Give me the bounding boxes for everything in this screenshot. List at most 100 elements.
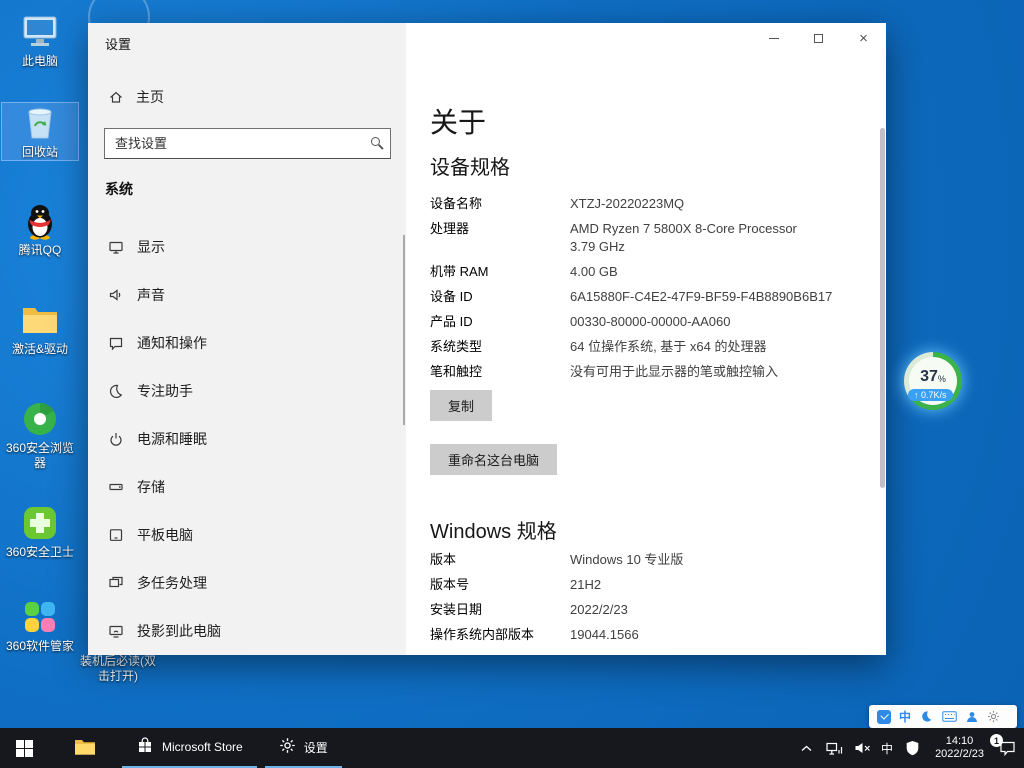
desktop-icon-label: 回收站	[2, 145, 78, 160]
system-tray: 中 14:10 2022/2/23 1	[797, 728, 1024, 768]
processor-line-1: AMD Ryzen 7 5800X 8-Core Processor	[570, 220, 797, 238]
defender-shield-icon[interactable]	[903, 739, 921, 757]
close-button[interactable]: ×	[841, 23, 886, 54]
microsoft-store-button[interactable]: Microsoft Store	[122, 728, 257, 768]
sidebar-item-label: 投影到此电脑	[137, 621, 221, 641]
maximize-icon	[814, 34, 823, 43]
settings-search	[104, 128, 391, 159]
content-scrollbar[interactable]	[880, 128, 885, 488]
volume-muted-icon[interactable]	[853, 739, 871, 757]
file-explorer-button[interactable]	[62, 728, 108, 768]
minimize-button[interactable]	[751, 23, 796, 54]
focus-assist-icon	[107, 383, 124, 400]
settings-sidebar: 设置 主页 系统 显示 声音	[88, 23, 406, 655]
sidebar-item-power-sleep[interactable]: 电源和睡眠	[88, 415, 406, 463]
ime-settings-gear-icon[interactable]	[986, 708, 1000, 726]
spec-value: 2022/2/23	[570, 601, 628, 619]
desktop-icon-this-pc[interactable]: 此电脑	[2, 12, 78, 69]
sidebar-item-label: 存储	[137, 477, 165, 497]
notifications-icon	[107, 335, 124, 352]
spec-row: 设备 ID 6A15880F-C4E2-47F9-BF59-F4B8890B6B…	[430, 288, 862, 306]
rename-pc-button[interactable]: 重命名这台电脑	[430, 444, 557, 475]
settings-gear-icon	[279, 737, 296, 757]
sidebar-item-display[interactable]: 显示	[88, 223, 406, 271]
spec-row: 版本 Windows 10 专业版	[430, 551, 862, 569]
spec-label: 设备 ID	[430, 288, 570, 306]
input-method-indicator[interactable]: 中	[881, 740, 893, 757]
360-safeguard-icon	[18, 503, 62, 543]
memory-percent: 37	[920, 368, 938, 386]
search-icon[interactable]	[371, 137, 380, 146]
qq-penguin-icon	[18, 201, 62, 241]
ime-mode-indicator[interactable]: 中	[899, 711, 911, 723]
ime-logo-icon[interactable]	[877, 710, 891, 724]
processor-line-2: 3.79 GHz	[570, 238, 797, 256]
projecting-icon	[107, 623, 124, 640]
spec-row: 笔和触控 没有可用于此显示器的笔或触控输入	[430, 363, 862, 381]
desktop-icon-activation-folder[interactable]: 激活&驱动	[2, 300, 78, 357]
tray-time: 14:10	[935, 735, 984, 748]
tablet-icon	[107, 527, 124, 544]
spec-label: 版本号	[430, 576, 570, 594]
start-button[interactable]	[0, 728, 48, 768]
spec-value: AMD Ryzen 7 5800X 8-Core Processor 3.79 …	[570, 220, 797, 256]
action-center-button[interactable]: 1	[998, 739, 1016, 757]
home-icon	[107, 89, 124, 106]
sidebar-item-focus-assist[interactable]: 专注助手	[88, 367, 406, 415]
memory-usage: 37%	[904, 352, 962, 410]
desktop-icon-360-software-manager[interactable]: 360软件管家	[2, 597, 78, 654]
spec-label: 产品 ID	[430, 313, 570, 331]
sidebar-item-label: 多任务处理	[137, 573, 207, 593]
spec-value: 00330-80000-00000-AA060	[570, 313, 730, 331]
desktop-icon-label: 360安全卫士	[2, 545, 78, 560]
taskbar-clock[interactable]: 14:10 2022/2/23	[931, 735, 988, 761]
user-icon[interactable]	[965, 708, 978, 726]
network-icon[interactable]	[825, 739, 843, 757]
show-hidden-icons-chevron[interactable]	[797, 739, 815, 757]
spec-value: 21H2	[570, 576, 601, 594]
spec-row: 处理器 AMD Ryzen 7 5800X 8-Core Processor 3…	[430, 220, 862, 256]
spec-label: 设备名称	[430, 195, 570, 213]
sidebar-item-notifications[interactable]: 通知和操作	[88, 319, 406, 367]
sidebar-item-multitasking[interactable]: 多任务处理	[88, 559, 406, 607]
night-mode-icon[interactable]	[919, 708, 933, 726]
desktop-icon-360-browser[interactable]: 360安全浏览器	[2, 399, 78, 471]
folder-icon	[18, 300, 62, 340]
ime-toolbar: 中	[869, 705, 1017, 728]
desktop-icon-360-safeguard[interactable]: 360安全卫士	[2, 503, 78, 560]
windows-spec-rows: 版本 Windows 10 专业版 版本号 21H2 安装日期 2022/2/2…	[430, 551, 862, 651]
maximize-button[interactable]	[796, 23, 841, 54]
360-browser-icon	[18, 399, 62, 439]
tray-date: 2022/2/23	[935, 748, 984, 761]
sidebar-item-home[interactable]: 主页	[88, 81, 406, 113]
spec-value: Windows 10 专业版	[570, 551, 683, 569]
notification-count-badge: 1	[990, 734, 1003, 747]
spec-label: 版本	[430, 551, 570, 569]
sidebar-item-projecting[interactable]: 投影到此电脑	[88, 607, 406, 655]
window-controls: ×	[751, 23, 886, 54]
spec-value: 4.00 GB	[570, 263, 618, 281]
spec-row: 安装日期 2022/2/23	[430, 601, 862, 619]
keyboard-icon[interactable]	[941, 708, 957, 726]
window-title: 设置	[105, 34, 131, 53]
spec-value: 6A15880F-C4E2-47F9-BF59-F4B8890B6B17	[570, 288, 832, 306]
multitasking-icon	[107, 575, 124, 592]
close-icon: ×	[859, 30, 868, 47]
sidebar-item-label: 显示	[137, 237, 165, 257]
sidebar-scrollbar[interactable]	[403, 235, 405, 425]
spec-label: 处理器	[430, 220, 570, 256]
windows-spec-heading: Windows 规格	[430, 515, 557, 544]
settings-taskbar-button[interactable]: 设置	[265, 728, 342, 768]
copy-button[interactable]: 复制	[430, 390, 492, 421]
sidebar-item-sound[interactable]: 声音	[88, 271, 406, 319]
percent-unit: %	[938, 374, 946, 384]
sidebar-item-storage[interactable]: 存储	[88, 463, 406, 511]
spec-row: 操作系统内部版本 19044.1566	[430, 626, 862, 644]
desktop-icon-recycle-bin[interactable]: 回收站	[2, 103, 78, 160]
desktop: 此电脑 回收站 腾讯QQ 激活&驱动 360安全浏览器 360安全卫士	[0, 0, 1024, 768]
search-input[interactable]	[104, 128, 391, 159]
360-speed-ball[interactable]: 37% ↑ 0.7K/s	[904, 352, 962, 410]
desktop-icon-qq[interactable]: 腾讯QQ	[2, 201, 78, 258]
taskbar-app-label: Microsoft Store	[162, 740, 243, 754]
sidebar-item-tablet[interactable]: 平板电脑	[88, 511, 406, 559]
